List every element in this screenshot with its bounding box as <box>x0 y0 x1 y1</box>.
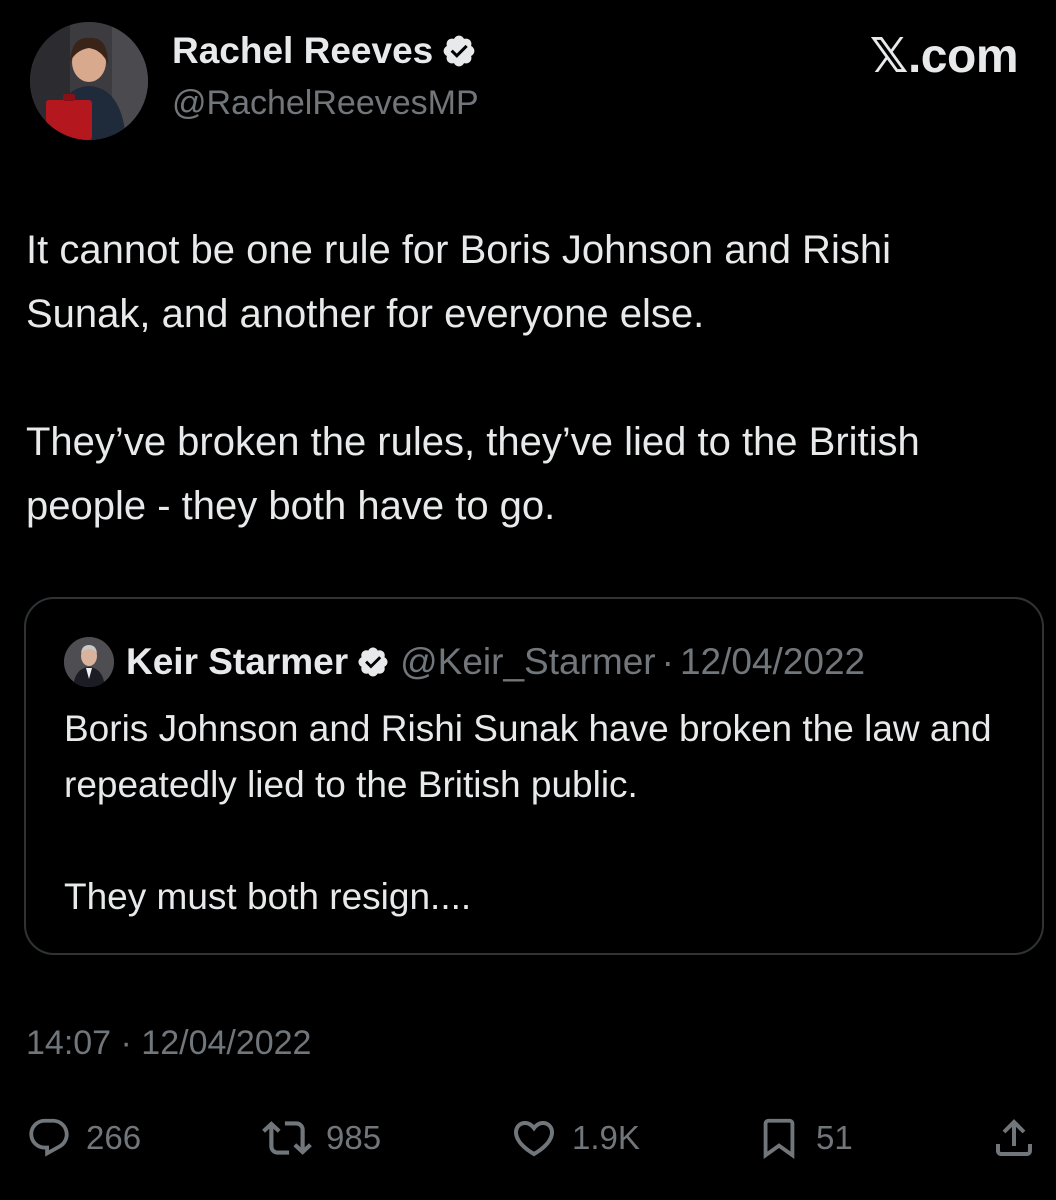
author-name[interactable]: Rachel Reeves <box>172 30 433 72</box>
action-bar: 266 985 1.9K 51 <box>0 1108 1056 1168</box>
tweet-text: It cannot be one rule for Boris Johnson … <box>26 218 1026 538</box>
repost-icon <box>262 1113 312 1163</box>
author-avatar[interactable] <box>30 22 148 140</box>
quoted-tweet-date[interactable]: 12/04/2022 <box>680 641 865 683</box>
tweet-paragraph: It cannot be one rule for Boris Johnson … <box>26 228 891 336</box>
quoted-tweet-header: Keir Starmer @Keir_Starmer · 12/04/2022 <box>64 637 865 687</box>
quoted-tweet-text: Boris Johnson and Rishi Sunak have broke… <box>64 701 1024 925</box>
author-name-row[interactable]: Rachel Reeves <box>172 30 477 72</box>
bookmark-button[interactable]: 51 <box>756 1108 853 1168</box>
quoted-author-handle[interactable]: @Keir_Starmer <box>400 641 656 683</box>
bookmark-icon <box>756 1115 802 1161</box>
verified-badge-icon <box>356 645 390 679</box>
quoted-author-avatar[interactable] <box>64 637 114 687</box>
share-button[interactable] <box>990 1108 1038 1168</box>
heart-icon <box>510 1114 558 1162</box>
like-button[interactable]: 1.9K <box>510 1108 640 1168</box>
quoted-author-name[interactable]: Keir Starmer <box>126 641 348 683</box>
repost-count: 985 <box>326 1119 382 1156</box>
quoted-separator: · <box>661 641 674 682</box>
brand-logo: 𝕏.com <box>869 30 1019 83</box>
like-count: 1.9K <box>572 1119 640 1156</box>
bookmark-count: 51 <box>816 1119 853 1156</box>
repost-button[interactable]: 985 <box>262 1108 381 1168</box>
share-icon <box>990 1114 1038 1162</box>
verified-badge-icon <box>441 33 477 69</box>
reply-count: 266 <box>86 1119 142 1156</box>
reply-button[interactable]: 266 <box>26 1108 141 1168</box>
tweet-paragraph: They’ve broken the rules, they’ve lied t… <box>26 420 920 528</box>
reply-icon <box>26 1115 72 1161</box>
quoted-tweet-card[interactable]: Keir Starmer @Keir_Starmer · 12/04/2022 … <box>24 597 1044 955</box>
quoted-paragraph: Boris Johnson and Rishi Sunak have broke… <box>64 708 992 805</box>
quoted-paragraph: They must both resign.... <box>64 876 472 917</box>
author-handle[interactable]: @RachelReevesMP <box>172 84 479 123</box>
tweet-timestamp[interactable]: 14:07 · 12/04/2022 <box>26 1024 311 1063</box>
